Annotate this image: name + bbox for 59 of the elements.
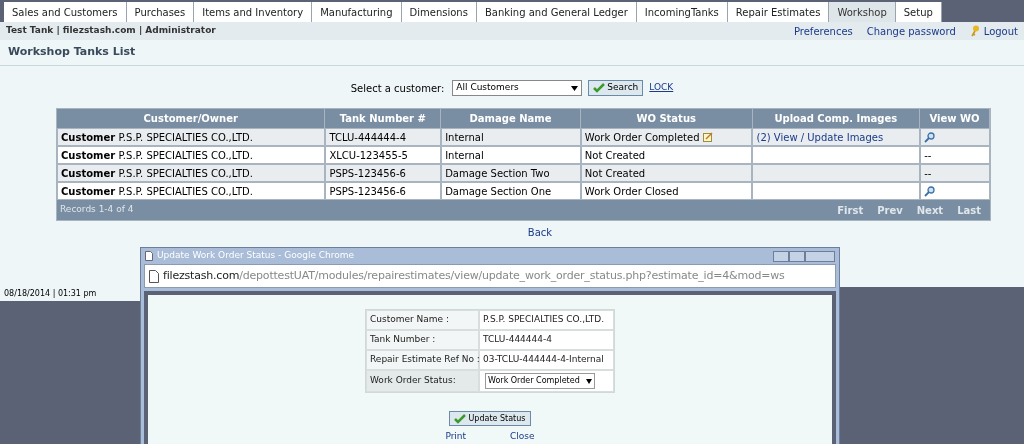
header-link[interactable]: Change password	[866, 23, 956, 39]
table-cell: PSPS-123456-6	[325, 182, 442, 200]
column-header: View WO	[920, 109, 990, 128]
popup-link[interactable]: Print	[445, 430, 467, 444]
table-cell: Damage Section Two	[441, 164, 581, 182]
column-header: Upload Comp. Images	[752, 109, 921, 128]
menu-tab[interactable]: Workshop	[829, 2, 896, 22]
column-header: Damage Name	[441, 109, 581, 128]
popup-title: Update Work Order Status - Google Chrome	[157, 249, 355, 263]
menu-tab[interactable]: IncomingTanks	[636, 2, 728, 22]
table-cell: Internal	[441, 146, 581, 164]
table-cell-text: Customer P.S.P. SPECIALTIES CO.,LTD.	[61, 130, 253, 145]
field-value: TCLU-444444-4	[483, 333, 552, 347]
table-cell-text: Customer P.S.P. SPECIALTIES CO.,LTD.	[61, 166, 253, 181]
company-info: Test Tank | filezstash.com | Administrator	[6, 24, 216, 38]
status-bar-date: 08/18/2014 | 01:31 pm	[4, 288, 97, 300]
status-select[interactable]: Work Order Completed	[485, 373, 595, 389]
table-cell-text: --	[924, 166, 932, 181]
customer-select[interactable]: All Customers	[452, 80, 583, 96]
column-header: Tank Number #	[325, 109, 442, 128]
field-value: 03-TCLU-444444-4-Internal	[483, 353, 604, 367]
table-cell-text: Work Order Completed	[584, 130, 700, 145]
menu-tab[interactable]: Setup	[895, 2, 942, 22]
field-label: Customer Name :	[366, 310, 479, 330]
search-button[interactable]: Search	[588, 80, 644, 96]
images-link[interactable]: (2) View / Update Images	[756, 129, 884, 145]
table-cell-text: Work Order Closed	[584, 184, 679, 199]
field-label: Work Order Status:	[366, 370, 479, 392]
back-link[interactable]: Back	[527, 225, 553, 240]
table-cell-text: Customer P.S.P. SPECIALTIES CO.,LTD.	[61, 184, 253, 199]
update-status-button[interactable]: Update Status	[449, 411, 531, 426]
table-cell-text: --	[924, 148, 932, 163]
records-count: Records 1-4 of 4	[60, 203, 134, 217]
column-header: Customer/Owner	[57, 109, 326, 128]
menu-tab[interactable]: Manufacturing	[312, 2, 402, 22]
table-cell: XLCU-123455-5	[325, 146, 442, 164]
menu-tab[interactable]: Banking and General Ledger	[476, 2, 637, 22]
table-cell: Internal	[441, 128, 581, 146]
menu-tab[interactable]: Items and Inventory	[194, 2, 313, 22]
menu-tab[interactable]: Purchases	[126, 2, 195, 22]
table-cell-text: Not Created	[584, 166, 646, 181]
field-value: P.S.P. SPECIALTIES CO.,LTD.	[483, 313, 605, 327]
table-cell: TCLU-444444-4	[325, 128, 442, 146]
popup-link[interactable]: Close	[510, 430, 535, 444]
customer-select-label: Select a customer:	[350, 81, 445, 96]
page-title: Workshop Tanks List	[8, 44, 136, 61]
field-label: Tank Number :	[366, 330, 479, 350]
menu-tab[interactable]: Dimensions	[401, 2, 477, 22]
column-header: WO Status	[580, 109, 753, 128]
menu-tab[interactable]: Repair Estimates	[727, 2, 830, 22]
menu-tab[interactable]: Sales and Customers	[4, 2, 127, 22]
table-cell: PSPS-123456-6	[325, 164, 442, 182]
field-label: Repair Estimate Ref No :	[366, 350, 479, 370]
table-cell-text: Not Created	[584, 148, 646, 163]
table-cell-text: Customer P.S.P. SPECIALTIES CO.,LTD.	[61, 148, 253, 163]
lock-link[interactable]: LOCK	[649, 81, 674, 95]
header-link[interactable]: Logout	[983, 23, 1018, 39]
header-link[interactable]: Preferences	[793, 23, 853, 39]
table-cell: Damage Section One	[441, 182, 581, 200]
